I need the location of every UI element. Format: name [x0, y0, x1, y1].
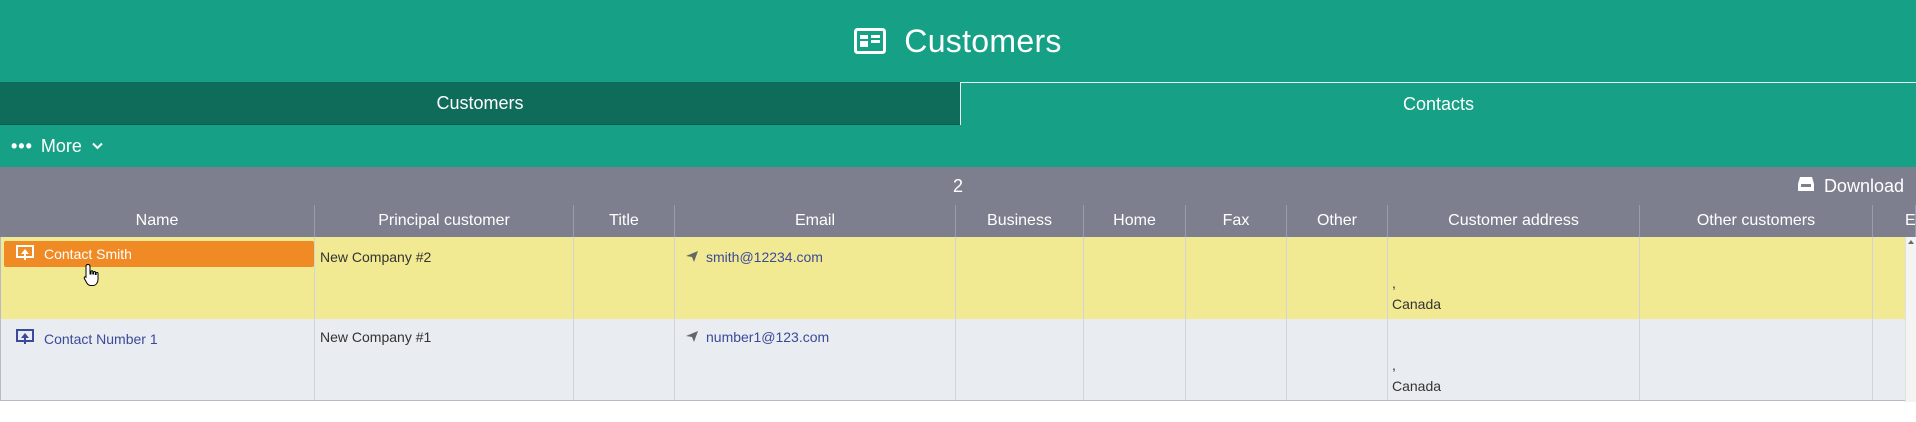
cell-title — [574, 237, 675, 319]
contact-name-link[interactable]: Contact Smith — [4, 241, 314, 267]
open-record-icon — [16, 244, 34, 264]
email-link[interactable]: number1@123.com — [680, 329, 950, 345]
more-dots-icon: ••• — [11, 136, 33, 156]
address-country: Canada — [1392, 296, 1442, 312]
column-header-principal-customer[interactable]: Principal customer — [315, 205, 574, 237]
cell-fax — [1186, 319, 1287, 400]
page-title: Customers — [904, 22, 1062, 59]
cell-name: Contact Number 1 — [1, 319, 315, 400]
contact-name-link[interactable]: Contact Number 1 — [6, 329, 309, 348]
hand-pointer-cursor-icon — [83, 263, 101, 287]
cell-customer-address: , Canada — [1388, 319, 1640, 400]
cell-other-customers — [1640, 237, 1873, 319]
tab-customers[interactable]: Customers — [0, 82, 960, 125]
cell-principal-customer: New Company #2 — [315, 237, 574, 319]
cell-email: smith@12234.com — [675, 237, 956, 319]
address-line: , — [1392, 275, 1396, 291]
email-address: number1@123.com — [706, 329, 830, 345]
cell-other — [1287, 237, 1388, 319]
app-header: Customers — [0, 0, 1916, 82]
column-header-other-customers[interactable]: Other customers — [1640, 205, 1873, 237]
cell-title — [574, 319, 675, 400]
column-header-e[interactable]: E — [1873, 205, 1916, 237]
more-menu-button[interactable]: ••• More — [0, 125, 1916, 167]
cell-business — [956, 319, 1084, 400]
column-header-business[interactable]: Business — [956, 205, 1084, 237]
download-icon — [1797, 176, 1815, 197]
contact-card-icon — [854, 28, 887, 54]
scroll-up-arrow-icon[interactable] — [1908, 240, 1914, 244]
column-header-other[interactable]: Other — [1287, 205, 1388, 237]
tab-contacts[interactable]: Contacts — [960, 82, 1916, 125]
contact-name: Contact Number 1 — [44, 330, 158, 347]
column-header-home[interactable]: Home — [1084, 205, 1186, 237]
cell-customer-address: , Canada — [1388, 237, 1640, 319]
tab-bar: Customers Contacts — [0, 82, 1916, 125]
header-title-group: Customers — [854, 23, 1061, 60]
download-label: Download — [1823, 175, 1904, 196]
cell-other — [1287, 319, 1388, 400]
cell-home — [1084, 319, 1186, 400]
table-row[interactable]: Contact Number 1 New Company #1 number1@… — [0, 319, 1905, 401]
cell-e — [1873, 319, 1905, 400]
cell-fax — [1186, 237, 1287, 319]
record-count: 2 — [952, 175, 963, 196]
column-header-customer-address[interactable]: Customer address — [1388, 205, 1640, 237]
cell-business — [956, 237, 1084, 319]
more-label: More — [40, 135, 82, 156]
send-icon — [686, 329, 698, 345]
email-address: smith@12234.com — [706, 249, 823, 265]
cell-home — [1084, 237, 1186, 319]
address-line: , — [1392, 357, 1396, 373]
column-header-name[interactable]: Name — [0, 205, 315, 237]
grid-toolbar: 2 Download — [0, 167, 1916, 205]
email-link[interactable]: smith@12234.com — [680, 249, 950, 265]
cell-email: number1@123.com — [675, 319, 956, 400]
open-record-icon — [16, 329, 34, 348]
column-header-fax[interactable]: Fax — [1186, 205, 1287, 237]
column-header-email[interactable]: Email — [675, 205, 956, 237]
cell-principal-customer: New Company #1 — [315, 319, 574, 400]
table-row[interactable]: Contact Smith New Company #2 smith@12234… — [0, 237, 1905, 319]
cell-other-customers — [1640, 319, 1873, 400]
address-country: Canada — [1392, 378, 1442, 394]
send-icon — [686, 249, 698, 265]
chevron-down-icon — [92, 139, 103, 153]
cell-name: Contact Smith — [1, 237, 315, 319]
cell-e — [1873, 237, 1905, 319]
column-header-title[interactable]: Title — [574, 205, 675, 237]
grid-header: Name Principal customer Title Email Busi… — [0, 205, 1916, 237]
vertical-scrollbar[interactable] — [1905, 237, 1916, 402]
contact-name: Contact Smith — [44, 246, 132, 262]
download-button[interactable]: Download — [1797, 167, 1904, 205]
